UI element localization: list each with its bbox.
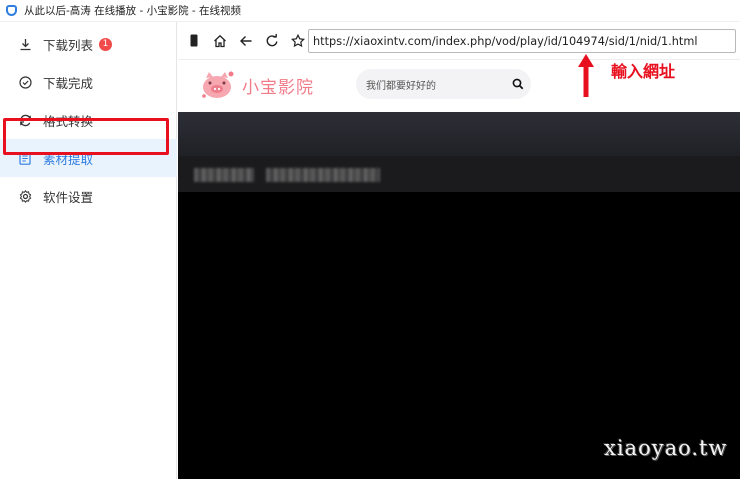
window-titlebar: 从此以后-高涛 在线播放 - 小宝影院 - 在线视频: [0, 0, 740, 22]
gear-icon: [18, 189, 32, 203]
sidebar-item-label: 下载列表: [43, 37, 94, 53]
sidebar-item-label: 素材提取: [43, 151, 94, 167]
count-badge: 1: [99, 37, 113, 51]
check-circle-icon: [18, 75, 32, 89]
site-logo-text: 小宝影院: [242, 77, 314, 98]
site-search-input[interactable]: 我们都要好好的: [366, 77, 505, 92]
pig-logo-icon: [202, 71, 234, 98]
window-title: 从此以后-高涛 在线播放 - 小宝影院 - 在线视频: [24, 5, 242, 17]
url-input[interactable]: [308, 29, 736, 53]
player-top-bar: [178, 112, 740, 156]
sidebar-item-material-extract[interactable]: 素材提取: [0, 139, 177, 177]
watermark: xiaoyao.tw: [604, 436, 728, 460]
reload-icon: [266, 33, 278, 46]
sidebar-item-label: 软件设置: [43, 189, 94, 205]
blurred-text: [266, 168, 380, 182]
site-search-box[interactable]: 我们都要好好的: [356, 69, 531, 99]
reload-button[interactable]: [259, 28, 285, 54]
back-button[interactable]: [233, 28, 259, 54]
home-icon: [214, 34, 226, 47]
back-arrow-icon: [240, 35, 252, 46]
app-icon: [6, 5, 17, 16]
player-info-strip: [178, 156, 740, 192]
annotation-text: 輸入網址: [611, 62, 676, 81]
sidebar: 下载列表 1 下载完成 格式转换 素材提取 软件设置: [0, 22, 177, 479]
home-button[interactable]: [207, 28, 233, 54]
site-logo[interactable]: 小宝影院: [200, 68, 314, 102]
sidebar-item-label: 下载完成: [43, 75, 94, 91]
star-icon: [291, 33, 305, 47]
sidebar-item-download-list[interactable]: 下载列表 1: [0, 25, 177, 63]
search-button[interactable]: [505, 78, 531, 90]
sidebar-item-download-complete[interactable]: 下载完成: [0, 63, 177, 101]
sidebar-item-format-convert[interactable]: 格式转换: [0, 101, 177, 139]
red-arrow-icon: [578, 54, 594, 97]
download-icon: [18, 37, 32, 51]
sidebar-item-settings[interactable]: 软件设置: [0, 177, 177, 215]
search-icon: [512, 78, 524, 90]
document-icon: [18, 151, 32, 165]
url-annotation: 輸入網址: [575, 52, 715, 100]
video-player[interactable]: [178, 112, 740, 479]
blurred-text: [194, 168, 254, 182]
phone-icon[interactable]: [181, 28, 207, 54]
sidebar-item-label: 格式转换: [43, 113, 94, 129]
refresh-icon: [18, 113, 32, 127]
